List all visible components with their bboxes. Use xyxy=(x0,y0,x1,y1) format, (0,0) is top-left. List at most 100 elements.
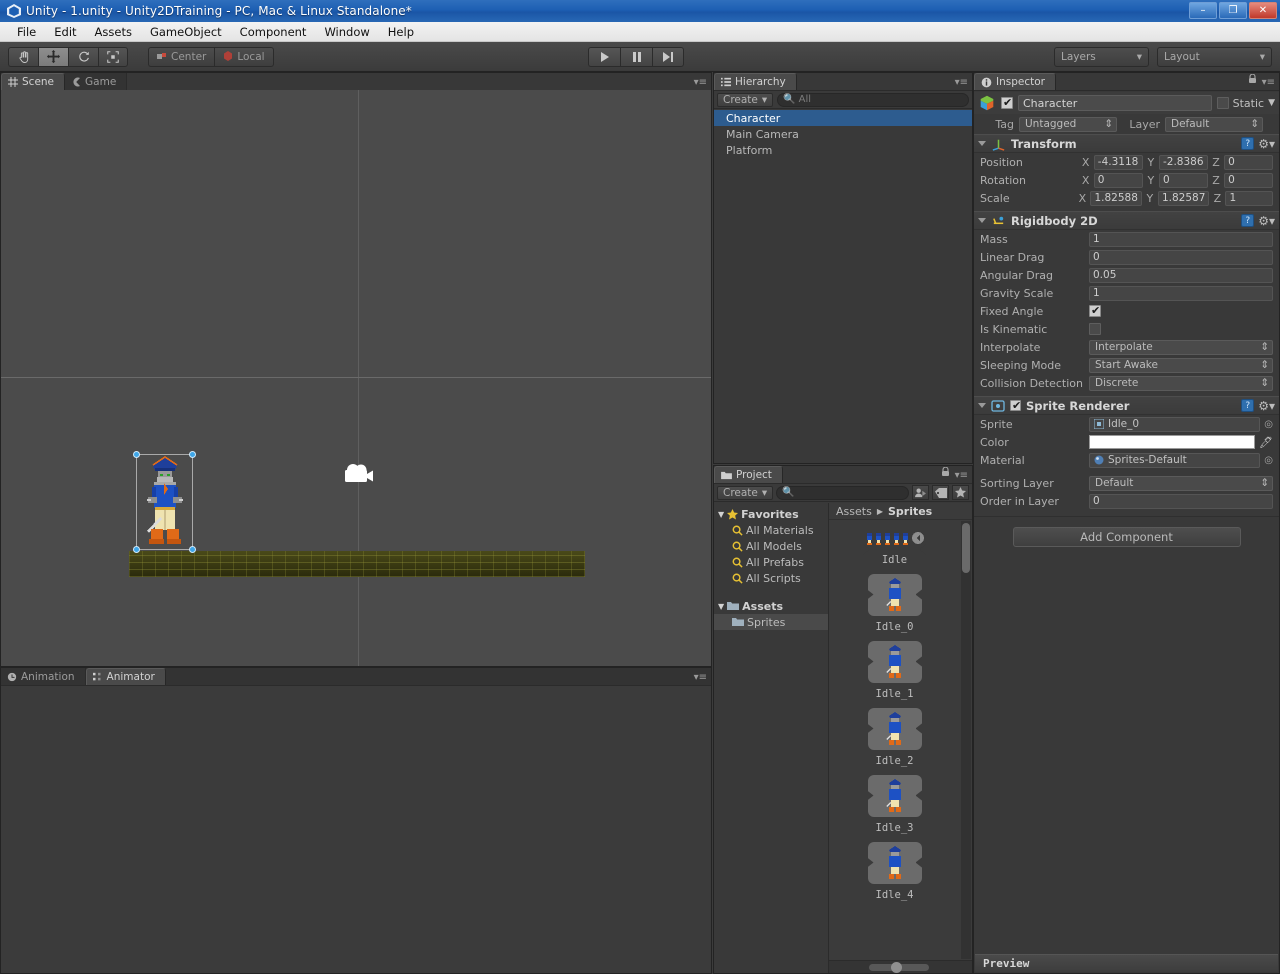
resize-handle-br[interactable] xyxy=(189,546,196,553)
position-z-input[interactable]: 0 xyxy=(1224,154,1273,170)
add-component-button[interactable]: Add Component xyxy=(1012,527,1241,547)
tab-hierarchy[interactable]: Hierarchy xyxy=(714,73,797,90)
static-checkbox[interactable] xyxy=(1216,97,1229,109)
tab-scene[interactable]: Scene xyxy=(1,73,66,90)
scene-viewport[interactable] xyxy=(1,90,711,666)
tab-game[interactable]: Game xyxy=(65,73,128,90)
asset-item[interactable]: Idle_2 xyxy=(829,708,960,767)
help-book-icon[interactable]: ? xyxy=(1241,214,1255,227)
star-filter-icon[interactable] xyxy=(952,485,969,500)
lock-icon[interactable] xyxy=(941,466,950,480)
angular-drag-input[interactable]: 0.05 xyxy=(1089,267,1273,283)
inspector-tab-menu-icon[interactable]: ▾≡ xyxy=(1262,77,1275,88)
menu-gameobject[interactable]: GameObject xyxy=(141,23,231,41)
color-swatch[interactable] xyxy=(1089,435,1256,449)
animator-tab-menu-icon[interactable]: ▾≡ xyxy=(694,672,707,683)
rotation-y-input[interactable]: 0 xyxy=(1158,172,1208,188)
gear-icon[interactable]: ⚙▾ xyxy=(1258,399,1275,413)
sprite-renderer-component-header[interactable]: Sprite Renderer ? ⚙▾ xyxy=(974,396,1279,415)
minimize-button[interactable]: – xyxy=(1189,2,1217,19)
platform-sprite[interactable] xyxy=(129,551,585,577)
hierarchy-item-character[interactable]: Character xyxy=(714,110,972,126)
sprite-picker-icon[interactable]: ◎ xyxy=(1264,419,1273,430)
project-tree-all-materials[interactable]: All Materials xyxy=(714,522,828,538)
order-in-layer-input[interactable]: 0 xyxy=(1089,493,1273,509)
scale-x-input[interactable]: 1.82588 xyxy=(1090,190,1142,206)
material-picker-icon[interactable]: ◎ xyxy=(1264,455,1273,466)
resize-handle-tl[interactable] xyxy=(133,451,140,458)
hierarchy-tab-menu-icon[interactable]: ▾≡ xyxy=(955,77,968,88)
interpolate-dropdown[interactable]: Interpolate ⇕ xyxy=(1089,339,1273,355)
maximize-button[interactable]: ❐ xyxy=(1219,2,1247,19)
project-tree-all-prefabs[interactable]: All Prefabs xyxy=(714,554,828,570)
sprite-object-field[interactable]: Idle_0 xyxy=(1089,416,1261,432)
camera-icon[interactable] xyxy=(340,461,376,487)
gameobject-enabled-checkbox[interactable] xyxy=(1001,96,1013,109)
material-object-field[interactable]: Sprites-Default xyxy=(1089,452,1261,468)
rotate-tool-button[interactable] xyxy=(68,46,98,67)
tab-animator[interactable]: Animator xyxy=(85,668,166,685)
pivot-mode-button[interactable]: Center xyxy=(148,46,215,67)
gameobject-name-input[interactable]: Character xyxy=(1018,95,1212,111)
breadcrumb-sprites[interactable]: Sprites xyxy=(888,505,932,518)
sleeping-mode-dropdown[interactable]: Start Awake ⇕ xyxy=(1089,357,1273,373)
sprite-renderer-enabled-checkbox[interactable] xyxy=(1010,399,1021,412)
tab-inspector[interactable]: Inspector xyxy=(974,73,1056,90)
collision-detection-dropdown[interactable]: Discrete ⇕ xyxy=(1089,375,1273,391)
zoom-slider-knob[interactable] xyxy=(891,962,902,973)
rotation-x-input[interactable]: 0 xyxy=(1093,172,1143,188)
hierarchy-item-main-camera[interactable]: Main Camera xyxy=(714,126,972,142)
help-book-icon[interactable]: ? xyxy=(1241,137,1255,150)
triangle-down-icon[interactable] xyxy=(978,141,986,146)
pivot-rotation-button[interactable]: Local xyxy=(214,46,274,67)
menu-window[interactable]: Window xyxy=(315,23,378,41)
scale-tool-button[interactable] xyxy=(98,46,128,67)
project-tree-assets[interactable]: ▼ Assets xyxy=(714,598,828,614)
hierarchy-create-button[interactable]: Create ▾ xyxy=(717,92,774,107)
menu-help[interactable]: Help xyxy=(379,23,423,41)
project-tab-menu-icon[interactable]: ▾≡ xyxy=(955,470,968,481)
gear-icon[interactable]: ⚙▾ xyxy=(1258,137,1275,151)
breadcrumb-assets[interactable]: Assets xyxy=(836,505,872,518)
menu-file[interactable]: File xyxy=(8,23,45,41)
scrollbar-thumb[interactable] xyxy=(962,523,970,573)
project-tree-sprites[interactable]: Sprites xyxy=(714,614,828,630)
step-button[interactable] xyxy=(652,46,684,67)
menu-component[interactable]: Component xyxy=(231,23,316,41)
project-create-button[interactable]: Create ▾ xyxy=(717,485,774,500)
layout-dropdown[interactable]: Layout ▾ xyxy=(1157,46,1272,67)
person-filter-icon[interactable] xyxy=(912,485,929,500)
fixed-angle-checkbox[interactable] xyxy=(1089,304,1101,317)
project-tree-all-models[interactable]: All Models xyxy=(714,538,828,554)
rigidbody2d-component-header[interactable]: Rigidbody 2D ? ⚙▾ xyxy=(974,211,1279,230)
hierarchy-search-input[interactable]: 🔍 All xyxy=(777,92,969,107)
layers-dropdown[interactable]: Layers ▾ xyxy=(1054,46,1149,67)
triangle-down-icon[interactable] xyxy=(978,218,986,223)
layer-dropdown[interactable]: Default ⇕ xyxy=(1165,116,1263,132)
resize-handle-bl[interactable] xyxy=(133,546,140,553)
menu-edit[interactable]: Edit xyxy=(45,23,85,41)
chevron-down-icon[interactable]: ▼ xyxy=(1268,98,1275,108)
asset-item[interactable]: Idle xyxy=(829,529,960,566)
asset-item[interactable]: Idle_1 xyxy=(829,641,960,700)
gear-icon[interactable]: ⚙▾ xyxy=(1258,214,1275,228)
hierarchy-item-platform[interactable]: Platform xyxy=(714,142,972,158)
static-toggle[interactable]: Static ▼ xyxy=(1216,97,1275,110)
transform-component-header[interactable]: Transform ? ⚙▾ xyxy=(974,134,1279,153)
gravity-scale-input[interactable]: 1 xyxy=(1089,285,1273,301)
asset-item[interactable]: Idle_4 xyxy=(829,842,960,901)
preview-header[interactable]: Preview xyxy=(975,954,1278,972)
resize-handle-tr[interactable] xyxy=(189,451,196,458)
hand-tool-button[interactable] xyxy=(8,46,38,67)
menu-assets[interactable]: Assets xyxy=(86,23,141,41)
project-tree-favorites[interactable]: ▼ Favorites xyxy=(714,506,828,522)
label-filter-icon[interactable] xyxy=(932,485,949,500)
eyedropper-icon[interactable]: 🖊 xyxy=(1259,436,1273,449)
lock-icon[interactable] xyxy=(1248,73,1257,87)
scale-z-input[interactable]: 1 xyxy=(1225,190,1274,206)
triangle-down-icon[interactable] xyxy=(978,403,986,408)
play-button[interactable] xyxy=(588,46,620,67)
pause-button[interactable] xyxy=(620,46,652,67)
asset-grid-vertical-scrollbar[interactable] xyxy=(961,521,971,959)
sorting-layer-dropdown[interactable]: Default ⇕ xyxy=(1089,475,1273,491)
